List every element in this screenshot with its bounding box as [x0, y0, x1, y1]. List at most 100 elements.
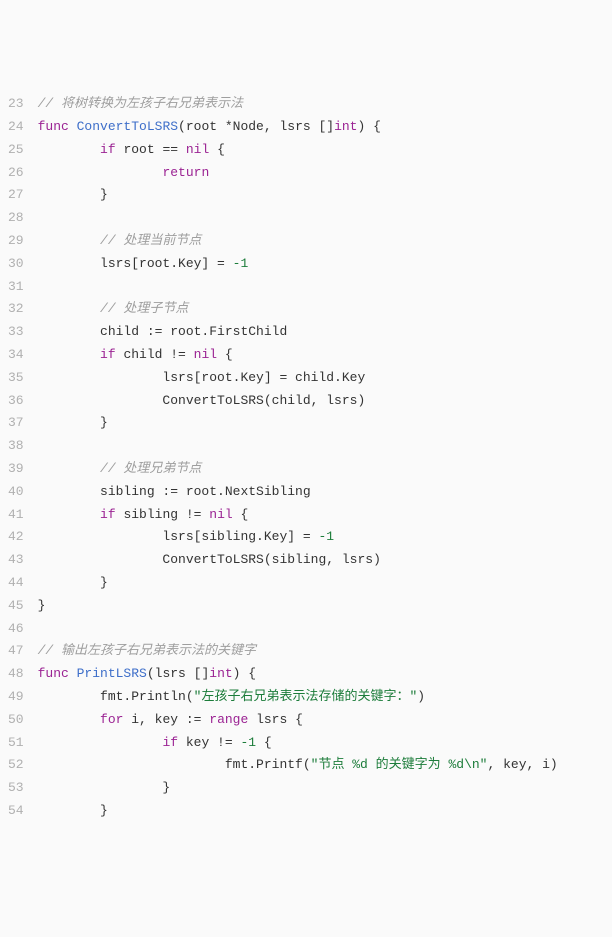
code-token: }: [38, 575, 108, 590]
code-line: [38, 618, 612, 641]
code-token: }: [38, 780, 171, 795]
code-token: "左孩子右兄弟表示法存储的关键字：": [194, 689, 418, 704]
code-line: func PrintLSRS(lsrs []int) {: [38, 663, 612, 686]
code-token: func: [38, 119, 77, 134]
code-token: // 将树转换为左孩子右兄弟表示法: [38, 96, 243, 111]
code-token: if: [100, 507, 116, 522]
line-number: 53: [8, 777, 24, 800]
code-token: return: [162, 165, 209, 180]
code-token: child := root.FirstChild: [38, 324, 288, 339]
line-number: 45: [8, 595, 24, 618]
code-line: [38, 435, 612, 458]
code-token: sibling := root.NextSibling: [38, 484, 311, 499]
code-token: {: [209, 142, 225, 157]
line-number: 26: [8, 162, 24, 185]
line-number: 42: [8, 526, 24, 549]
line-number: 33: [8, 321, 24, 344]
code-line: // 处理子节点: [38, 298, 612, 321]
code-token: [38, 347, 100, 362]
code-line: fmt.Println("左孩子右兄弟表示法存储的关键字："): [38, 686, 612, 709]
code-token: (lsrs []: [147, 666, 209, 681]
line-number: 32: [8, 298, 24, 321]
code-line: // 输出左孩子右兄弟表示法的关键字: [38, 640, 612, 663]
code-token: ): [417, 689, 425, 704]
code-token: if: [100, 142, 116, 157]
code-line: if child != nil {: [38, 344, 612, 367]
line-number: 41: [8, 504, 24, 527]
code-line: }: [38, 595, 612, 618]
code-token: }: [38, 415, 108, 430]
code-token: fmt.Println(: [38, 689, 194, 704]
code-token: int: [334, 119, 357, 134]
code-token: nil: [209, 507, 232, 522]
line-number: 49: [8, 686, 24, 709]
code-line: }: [38, 184, 612, 207]
code-token: fmt.Printf(: [38, 757, 311, 772]
code-token: sibling !=: [116, 507, 210, 522]
code-token: ) {: [357, 119, 380, 134]
code-line: // 处理兄弟节点: [38, 458, 612, 481]
code-line: func ConvertToLSRS(root *Node, lsrs []in…: [38, 116, 612, 139]
code-line: child := root.FirstChild: [38, 321, 612, 344]
code-token: lsrs[root.Key] =: [38, 256, 233, 271]
code-line: [38, 276, 612, 299]
line-number: 34: [8, 344, 24, 367]
line-number: 46: [8, 618, 24, 641]
code-line: ConvertToLSRS(child, lsrs): [38, 390, 612, 413]
code-line: for i, key := range lsrs {: [38, 709, 612, 732]
code-line: return: [38, 162, 612, 185]
code-token: [38, 301, 100, 316]
code-line: [38, 207, 612, 230]
code-token: lsrs[root.Key] = child.Key: [38, 370, 366, 385]
code-line: ConvertToLSRS(sibling, lsrs): [38, 549, 612, 572]
code-token: [38, 165, 163, 180]
line-number: 24: [8, 116, 24, 139]
line-number: 28: [8, 207, 24, 230]
code-token: i, key :=: [123, 712, 209, 727]
code-token: [38, 461, 100, 476]
code-token: {: [233, 507, 249, 522]
code-token: if: [100, 347, 116, 362]
code-token: child !=: [116, 347, 194, 362]
code-token: "节点 %d 的关键字为 %d\n": [311, 757, 488, 772]
line-number: 31: [8, 276, 24, 299]
line-number: 25: [8, 139, 24, 162]
line-number: 48: [8, 663, 24, 686]
code-line: lsrs[root.Key] = -1: [38, 253, 612, 276]
code-area: // 将树转换为左孩子右兄弟表示法 func ConvertToLSRS(root…: [38, 93, 612, 823]
code-token: // 处理兄弟节点: [100, 461, 201, 476]
code-line: // 将树转换为左孩子右兄弟表示法: [38, 93, 612, 116]
code-token: // 处理子节点: [100, 301, 188, 316]
code-token: range: [209, 712, 248, 727]
line-number: 27: [8, 184, 24, 207]
code-token: [38, 142, 100, 157]
line-number: 29: [8, 230, 24, 253]
line-number: 54: [8, 800, 24, 823]
code-token: for: [100, 712, 123, 727]
code-token: lsrs[sibling.Key] =: [38, 529, 319, 544]
line-number: 44: [8, 572, 24, 595]
line-number: 23: [8, 93, 24, 116]
code-token: ConvertToLSRS: [77, 119, 178, 134]
line-number: 52: [8, 754, 24, 777]
code-line: }: [38, 412, 612, 435]
code-token: lsrs {: [248, 712, 303, 727]
code-token: // 输出左孩子右兄弟表示法的关键字: [38, 643, 256, 658]
code-line: sibling := root.NextSibling: [38, 481, 612, 504]
code-token: ) {: [233, 666, 256, 681]
code-line: lsrs[sibling.Key] = -1: [38, 526, 612, 549]
code-token: }: [38, 187, 108, 202]
code-token: int: [209, 666, 232, 681]
line-number-gutter: 2324252627282930313233343536373839404142…: [0, 93, 38, 823]
code-token: -1: [318, 529, 334, 544]
code-line: }: [38, 777, 612, 800]
code-token: // 处理当前节点: [100, 233, 201, 248]
line-number: 36: [8, 390, 24, 413]
code-token: ConvertToLSRS(child, lsrs): [38, 393, 366, 408]
code-token: func: [38, 666, 77, 681]
code-line: lsrs[root.Key] = child.Key: [38, 367, 612, 390]
code-token: PrintLSRS: [77, 666, 147, 681]
code-token: }: [38, 598, 46, 613]
code-line: // 处理当前节点: [38, 230, 612, 253]
line-number: 39: [8, 458, 24, 481]
